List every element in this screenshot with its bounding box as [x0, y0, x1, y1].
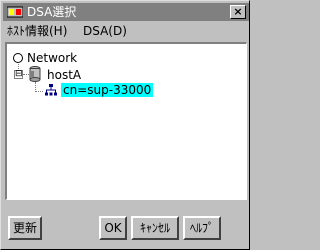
menu-dsa[interactable]: DSA(D): [83, 24, 127, 38]
title-bar[interactable]: DSA選択 ×: [3, 3, 249, 21]
window-title: DSA選択: [27, 5, 77, 19]
dsa-tree-view[interactable]: Network ⊟ hostA cn=sup-33000: [5, 42, 247, 200]
help-button[interactable]: ﾍﾙﾌﾟ: [183, 216, 221, 240]
collapse-icon[interactable]: ⊟: [14, 70, 23, 79]
tree-node-network[interactable]: Network: [27, 51, 77, 65]
tree-node-dsa-selected[interactable]: cn=sup-33000: [61, 83, 154, 97]
close-button[interactable]: ×: [230, 5, 246, 19]
server-icon: [29, 66, 41, 82]
tree-connector: [35, 91, 43, 92]
dsa-select-dialog: DSA選択 × ﾎｽﾄ情報(H) DSA(D) Network ⊟ hostA: [0, 0, 250, 250]
cancel-button[interactable]: ｷｬﾝｾﾙ: [131, 216, 179, 240]
directory-icon: [45, 84, 57, 96]
close-icon: ×: [233, 5, 243, 18]
ok-button[interactable]: OK: [99, 216, 127, 240]
tree-node-host[interactable]: hostA: [47, 68, 81, 82]
update-button[interactable]: 更新: [8, 216, 42, 240]
app-icon: [7, 6, 23, 18]
radio-icon: [13, 53, 23, 63]
menu-host-info[interactable]: ﾎｽﾄ情報(H): [7, 24, 67, 38]
menu-bar: ﾎｽﾄ情報(H) DSA(D): [3, 22, 249, 40]
